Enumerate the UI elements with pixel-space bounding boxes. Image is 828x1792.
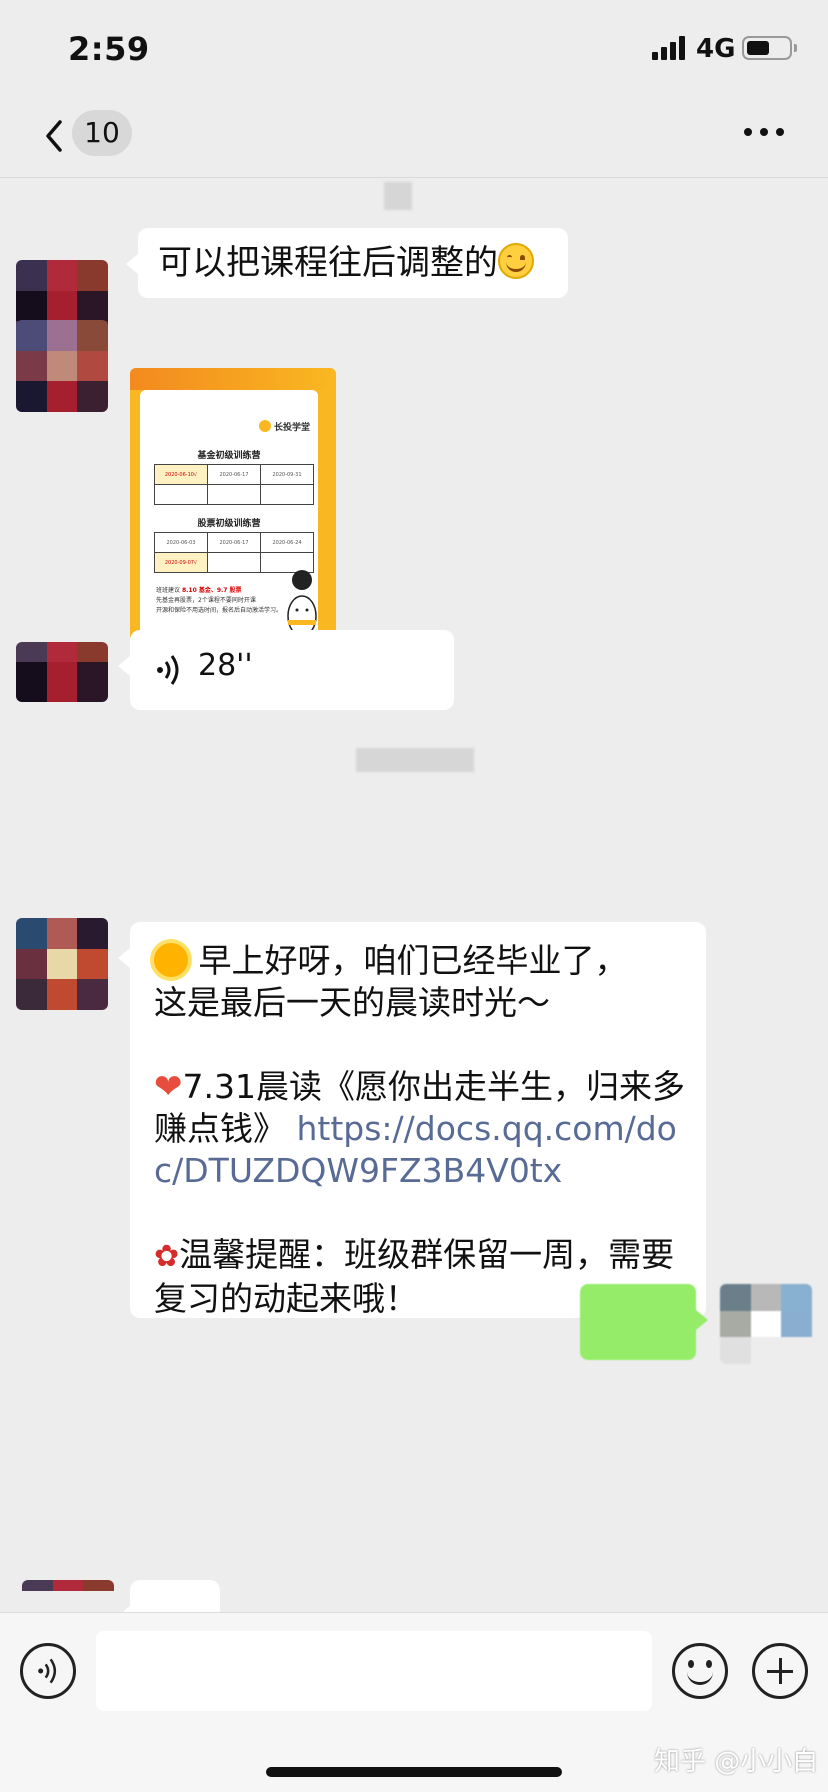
avatar[interactable] <box>16 918 108 1010</box>
unread-count-badge[interactable]: 10 <box>72 110 132 156</box>
message-input[interactable] <box>96 1631 652 1711</box>
poster-section-title: 股票初级训练营 <box>197 519 261 529</box>
message-bubble[interactable]: 可以把课程往后调整的 <box>126 228 568 298</box>
my-avatar[interactable] <box>720 1284 812 1364</box>
poster-cell: 2020-09-07√ <box>154 552 208 573</box>
input-bar: 知乎 @小小白 <box>0 1612 828 1792</box>
voice-message-bubble[interactable]: 28'' <box>118 630 454 710</box>
emoji-button[interactable] <box>672 1643 728 1699</box>
status-time: 2:59 <box>68 30 150 68</box>
poster-table: 2020-06-10√ 2020-06-17 2020-09-31 <box>154 464 314 505</box>
message-text: 这是最后一天的晨读时光～ <box>154 983 550 1022</box>
message-bubble[interactable]: 早上好呀，咱们已经毕业了， 这是最后一天的晨读时光～ ❤7.31晨读《愿你出走半… <box>118 922 706 1318</box>
signal-icon <box>652 36 688 60</box>
more-options-icon[interactable] <box>744 128 784 138</box>
poster-cell: 2020-06-24 <box>260 532 314 553</box>
message-text: 早上好呀，咱们已经毕业了， <box>198 941 628 980</box>
poster-cell: 2020-06-17 <box>207 532 261 553</box>
poster-section-title: 基金初级训练营 <box>197 451 261 461</box>
avatar[interactable] <box>16 320 108 412</box>
blurred-timestamp <box>356 748 474 772</box>
heart-emoji-icon: ❤ <box>154 1067 183 1107</box>
voice-wave-icon <box>38 1658 57 1684</box>
poster-brand: 长投学堂 <box>259 420 310 433</box>
back-chevron-icon[interactable] <box>38 114 74 158</box>
voice-duration: 28'' <box>198 648 253 683</box>
avatar[interactable] <box>16 642 108 702</box>
message-bubble[interactable] <box>118 1580 220 1612</box>
voice-wave-icon <box>157 655 179 685</box>
voice-input-toggle[interactable] <box>20 1643 76 1699</box>
poster-cell: 2020-09-31 <box>260 464 314 485</box>
avatar[interactable] <box>22 1580 114 1612</box>
blurred-timestamp <box>384 182 412 210</box>
watermark: 知乎 @小小白 <box>654 1747 819 1777</box>
more-actions-button[interactable] <box>752 1643 808 1699</box>
my-message-bubble[interactable] <box>580 1284 708 1360</box>
message-text: 可以把课程往后调整的 <box>158 243 498 283</box>
status-bar: 2:59 4G <box>0 0 828 96</box>
home-indicator[interactable] <box>266 1767 562 1777</box>
chat-header: 10 <box>0 96 828 178</box>
sun-emoji-icon <box>154 943 188 977</box>
poster-cell: 2020-06-17 <box>207 464 261 485</box>
rose-emoji-icon: ✿ <box>154 1239 180 1274</box>
poster-cell: 2020-06-03 <box>154 532 208 553</box>
chat-message-list[interactable]: 可以把课程往后调整的 长投学堂 基金初级训练营 2020-06-10√ 2020… <box>0 178 828 1612</box>
smiling-face-emoji-icon <box>498 243 534 279</box>
battery-icon <box>742 36 797 60</box>
poster-table: 2020-06-03 2020-06-17 2020-06-24 2020-09… <box>154 532 314 573</box>
network-type: 4G <box>696 34 736 64</box>
poster-cell: 2020-06-10√ <box>154 464 208 485</box>
poster-notes: 班班建议 8.10 基金、9.7 股票 先基金再股票，2个课程不要同时开课 开源… <box>156 587 283 614</box>
